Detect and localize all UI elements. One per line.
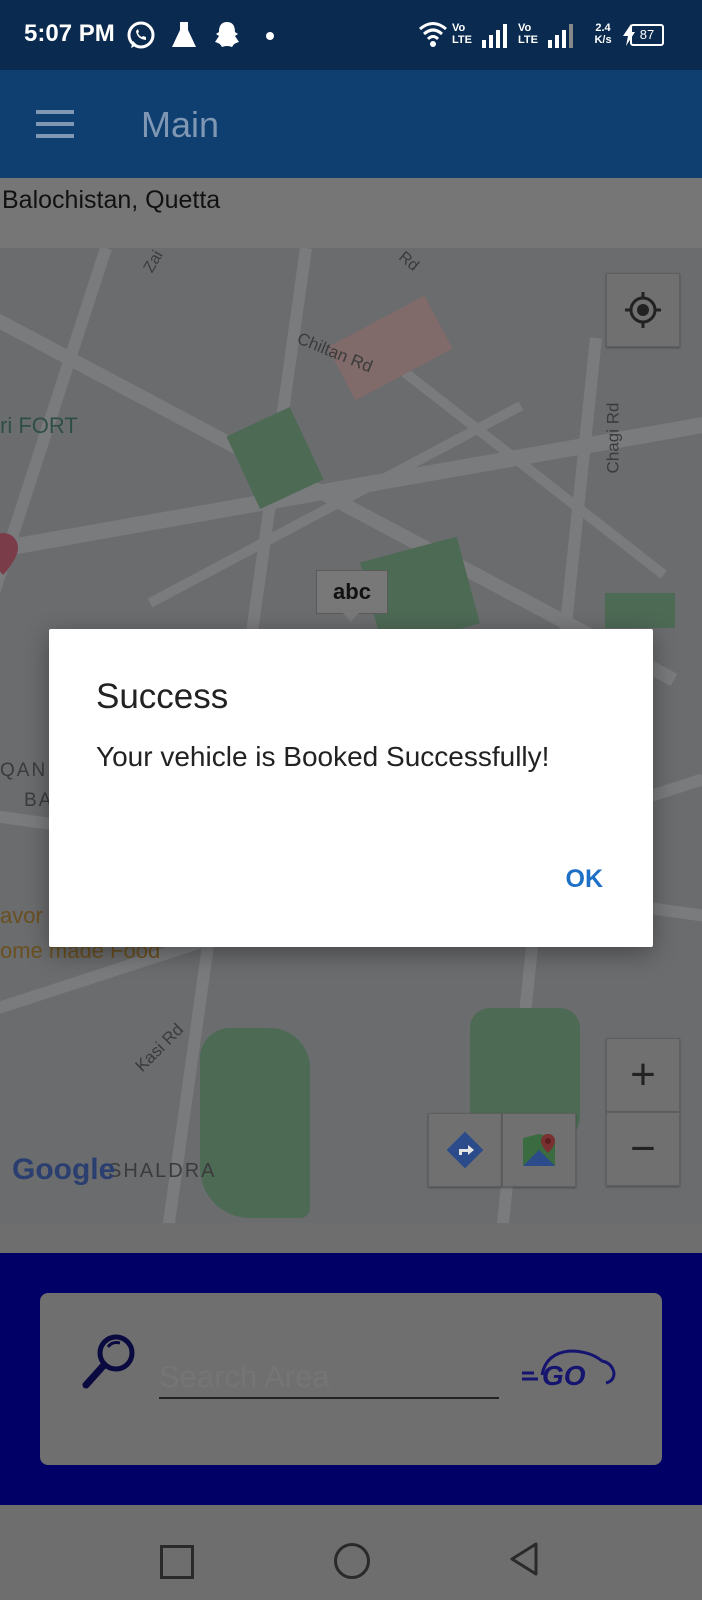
page-title: Main [141,104,220,145]
directions-icon [446,1131,484,1169]
volte-signal-icon: Vo LTE [518,20,578,50]
net-speed-value: 2.4 [595,22,611,34]
success-dialog: Success Your vehicle is Booked Successfu… [49,629,653,947]
search-input[interactable] [159,1357,499,1399]
status-bar: 5:07 PM Vo LTE Vo LTE 2.4 K/s 87 [0,0,702,70]
directions-button[interactable] [428,1113,502,1187]
my-location-button[interactable] [606,273,680,347]
map-label-rd-top: Rd [395,248,422,275]
map-marker[interactable]: abc [316,570,388,614]
net-speed-unit: K/s [594,34,612,46]
map-label-avor: avor [0,903,43,928]
home-icon[interactable] [334,1543,370,1579]
dialog-message: Your vehicle is Booked Successfully! [96,741,550,772]
poi-pin-icon[interactable] [0,533,18,575]
app-bar: Main [0,70,702,178]
volte-signal-icon: Vo LTE [452,20,512,50]
google-logo: Google [12,1153,116,1186]
back-icon[interactable] [508,1541,540,1577]
plus-icon: + [630,1050,656,1099]
status-time: 5:07 PM [24,20,115,47]
search-icon[interactable] [80,1331,140,1391]
zoom-out-button[interactable]: − [606,1112,680,1186]
dialog-title: Success [96,677,229,716]
navigation-bar [0,1505,702,1600]
snapchat-icon [215,22,239,47]
battery-icon: 87 [630,24,664,46]
whatsapp-icon [127,21,155,49]
dot-icon [266,32,274,40]
open-in-maps-button[interactable] [502,1113,576,1187]
go-car-icon[interactable]: GO [520,1341,620,1401]
map-label-fort: ri FORT [0,413,78,438]
map-label-shaldra: SHALDRA [108,1160,217,1182]
map-marker-label: abc [333,579,371,604]
map-label-zai: Zai [140,248,167,276]
map-label-kasi-rd: Kasi Rd [131,1019,188,1076]
minus-icon: − [630,1124,656,1173]
search-card: GO [40,1293,662,1465]
ok-button[interactable]: OK [566,865,604,894]
go-label: GO [542,1360,586,1391]
location-label: Balochistan, Quetta [2,186,221,214]
map-label-chagi-rd: Chagi Rd [603,402,623,474]
recent-apps-icon[interactable] [160,1545,194,1579]
location-bar: Balochistan, Quetta [0,178,702,248]
google-maps-icon [523,1134,555,1166]
crosshair-icon [625,292,661,328]
map-label-qan: QAN [0,760,48,781]
menu-icon[interactable] [30,98,80,148]
wifi-icon [419,22,447,47]
flask-icon [172,22,196,47]
zoom-in-button[interactable]: + [606,1038,680,1112]
